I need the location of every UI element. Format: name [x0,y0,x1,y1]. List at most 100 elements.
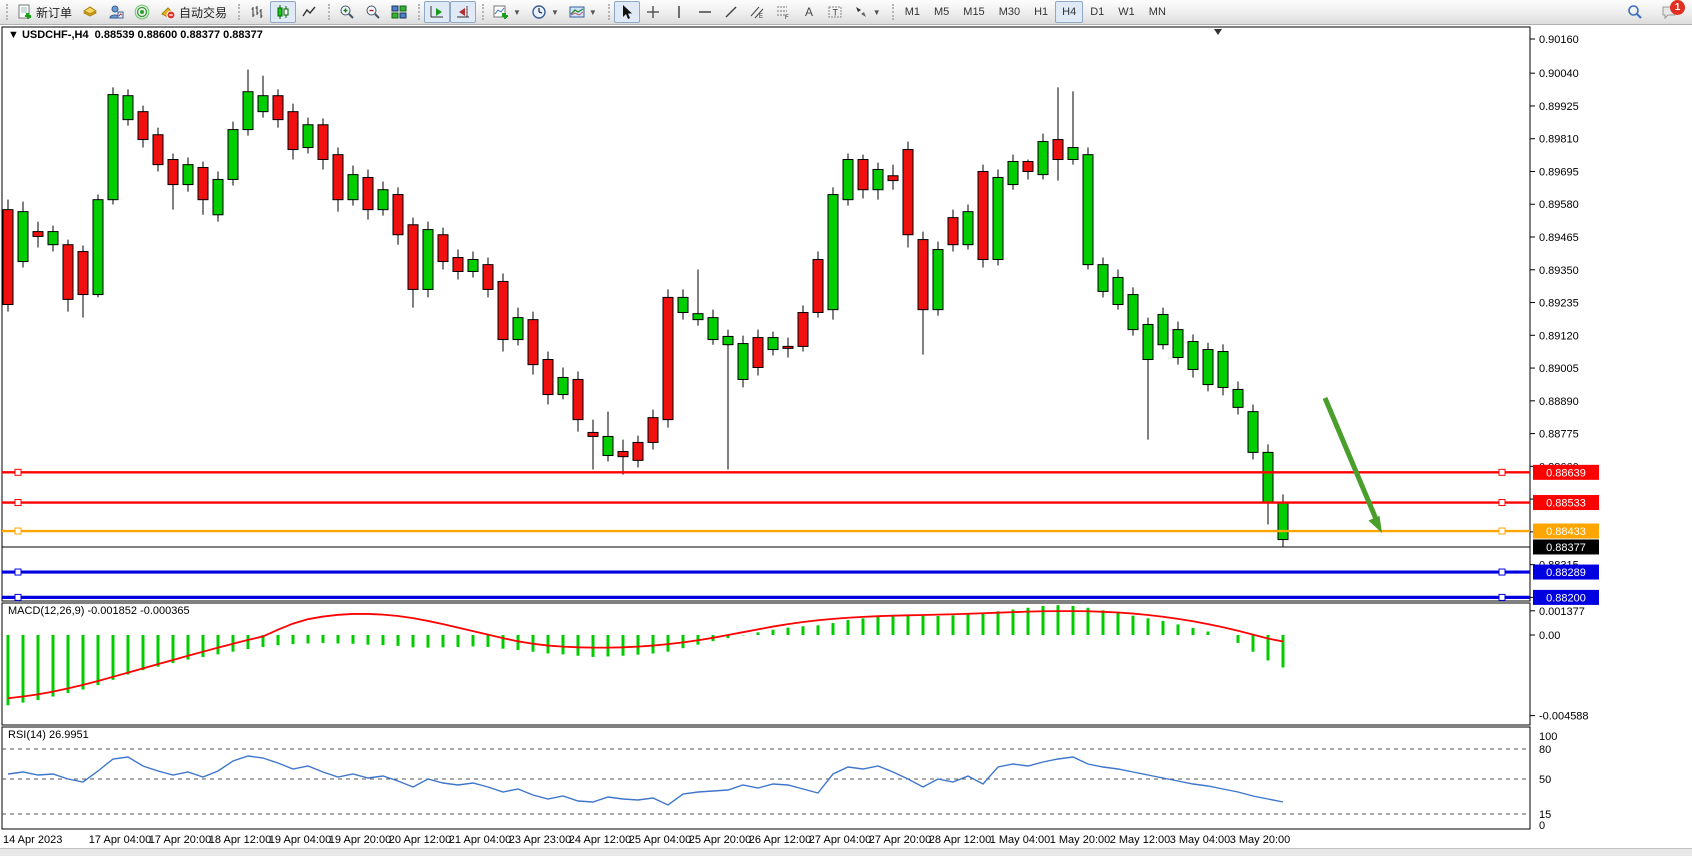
new-order-button[interactable]: 新订单 [12,1,77,23]
tile-windows-button[interactable] [386,1,412,23]
crosshair-tool-button[interactable] [640,1,666,23]
notifications-button[interactable]: 1 [1656,1,1682,23]
candle-body [948,218,958,245]
zoom-in-button[interactable] [334,1,360,23]
candle-body [438,235,448,262]
zoom-out-button[interactable] [360,1,386,23]
chart-window[interactable]: 0.901600.900400.899250.898100.896950.895… [0,25,1692,850]
arrows-tool-button[interactable]: ▼ [848,1,886,23]
line-anchor-handle[interactable] [15,528,21,534]
chart-shift-button[interactable] [450,1,476,23]
tf-button-H1[interactable]: H1 [1027,1,1055,23]
candle-body [1233,389,1243,407]
candle-body [858,160,868,190]
candle-body [903,150,913,235]
line-anchor-handle[interactable] [15,500,21,506]
cursor-tool-button[interactable] [614,1,640,23]
tf-button-H4[interactable]: H4 [1055,1,1083,23]
new-order-icon [17,4,33,20]
candle-body [453,258,463,272]
candle-body [363,177,373,209]
tf-button-M1[interactable]: M1 [898,1,927,23]
fibonacci-tool-button[interactable]: F [770,1,796,23]
candle-body [228,130,238,180]
candlestick-mode-button[interactable] [270,1,296,23]
equidistant-channel-tool-button[interactable]: E [744,1,770,23]
macd-axis-label: -0.004588 [1539,711,1589,723]
tf-button-M15[interactable]: M15 [956,1,991,23]
group-separator [328,4,330,20]
trendline-tool-button[interactable] [718,1,744,23]
line-anchor-handle[interactable] [1499,528,1505,534]
time-axis-label: 1 May 04:00 [990,834,1051,846]
line-anchor-handle[interactable] [15,569,21,575]
main-plot-frame[interactable] [2,27,1530,601]
candle-body [588,432,598,436]
indicators-button[interactable]: ▼ [488,1,526,23]
line-anchor-handle[interactable] [1499,569,1505,575]
rsi-axis-label: 50 [1539,774,1551,786]
candle-body [828,195,838,310]
text-tool-button[interactable]: A [796,1,822,23]
line-anchor-handle[interactable] [15,594,21,600]
line-anchor-handle[interactable] [1499,594,1505,600]
candle-body [273,96,283,120]
auto-scroll-button[interactable] [424,1,450,23]
time-axis-label: 3 May 04:00 [1170,834,1231,846]
chart-canvas[interactable]: 0.901600.900400.899250.898100.896950.895… [0,25,1692,850]
quotes-button[interactable] [77,1,103,23]
autotrading-label: 自动交易 [179,4,227,21]
search-button[interactable] [1622,1,1648,23]
tf-button-D1[interactable]: D1 [1083,1,1111,23]
candle-body [1053,140,1063,160]
candle-body [933,250,943,310]
group-separator [608,4,610,20]
line-anchor-handle[interactable] [1499,469,1505,475]
candle-body [978,171,988,259]
vertical-line-tool-button[interactable] [666,1,692,23]
tf-button-W1[interactable]: W1 [1111,1,1142,23]
bar-chart-mode-button[interactable] [244,1,270,23]
crosshair-icon [645,4,661,20]
hline-tag-label: 0.88200 [1546,592,1586,604]
tf-button-M30[interactable]: M30 [992,1,1027,23]
autotrading-button[interactable]: 自动交易 [155,1,232,23]
candle-body [348,175,358,200]
candle-body [3,210,13,305]
price-axis-label: 0.88890 [1539,396,1579,408]
candle-body [1023,162,1033,172]
periods-icon [531,4,547,20]
macd-plot-frame[interactable] [2,603,1530,725]
group-separator [892,4,894,20]
timeframe-group: M1M5M15M30H1H4D1W1MN [898,1,1173,23]
candle-body [1008,162,1018,185]
candle-body [513,318,523,340]
time-axis-label: 27 Apr 04:00 [809,834,871,846]
templates-button[interactable]: ▼ [564,1,602,23]
time-axis-label: 14 Apr 2023 [3,834,62,846]
line-chart-mode-button[interactable] [296,1,322,23]
bar-chart-icon [249,4,265,20]
line-anchor-handle[interactable] [15,469,21,475]
tf-button-M5[interactable]: M5 [927,1,956,23]
time-axis-label: 19 Apr 04:00 [269,834,331,846]
candle-body [498,281,508,339]
signals-button[interactable] [129,1,155,23]
svg-text:E: E [759,14,763,20]
candle-body [138,112,148,140]
periods-button[interactable]: ▼ [526,1,564,23]
price-axis-label: 0.89810 [1539,134,1579,146]
candle-body [648,418,658,443]
horizontal-line-icon [697,4,713,20]
chevron-down-icon: ▼ [551,8,559,17]
rsi-indicator-label: RSI(14) 26.9951 [8,729,89,741]
tf-button-MN[interactable]: MN [1142,1,1173,23]
candle-body [213,179,223,214]
profile-button[interactable] [103,1,129,23]
candle-body [78,252,88,295]
toolbar-drag-handle [6,4,8,20]
line-anchor-handle[interactable] [1499,500,1505,506]
candle-body [258,96,268,112]
text-label-tool-button[interactable]: T [822,1,848,23]
horizontal-line-tool-button[interactable] [692,1,718,23]
